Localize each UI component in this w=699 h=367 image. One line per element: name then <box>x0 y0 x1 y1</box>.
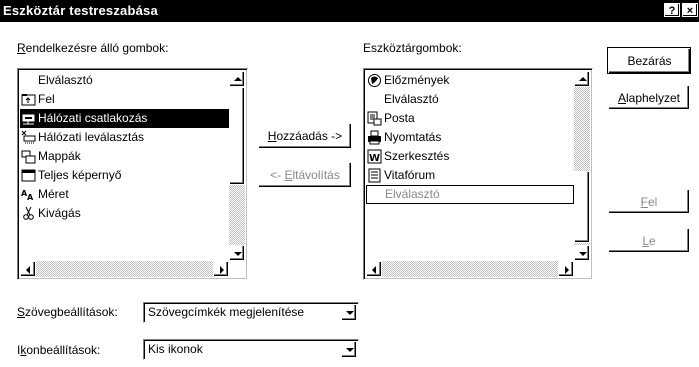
chevron-down-icon <box>346 348 354 352</box>
list-item[interactable]: Fel <box>20 90 229 109</box>
scroll-thumb[interactable] <box>229 87 245 185</box>
text-options-label: Szövegbeállítások: <box>17 305 118 319</box>
list-item-selected[interactable]: Hálózati csatlakozás <box>20 109 229 128</box>
list-item[interactable]: Mappák <box>20 147 229 166</box>
available-items: Elválasztó Fel Hálózati csatlakozás Háló… <box>20 71 229 223</box>
cut-scissors-icon <box>23 206 34 220</box>
icon-options-label: Ikonbeállítások: <box>17 343 101 357</box>
close-button[interactable]: Bezárás <box>607 47 691 74</box>
scroll-right-button[interactable] <box>558 261 574 277</box>
list-item[interactable]: Teljes képernyő <box>20 166 229 185</box>
text-options-select[interactable]: Szövegcímkék megjelenítése <box>143 302 359 323</box>
list-item[interactable]: Elválasztó <box>20 71 229 90</box>
folders-icon <box>21 150 36 164</box>
dialog-title: Eszköztár testreszabása <box>3 3 158 18</box>
scroll-down-button[interactable] <box>574 245 590 261</box>
svg-text:A: A <box>27 193 34 202</box>
icon-options-value: Kis ikonok <box>148 342 203 356</box>
remove-button[interactable]: <- Eltávolítás <box>258 162 352 188</box>
map-network-drive-icon <box>22 114 35 125</box>
toolbar-vertical-scrollbar[interactable] <box>574 71 590 261</box>
close-window-button[interactable]: × <box>682 3 698 17</box>
scroll-left-button[interactable] <box>20 261 36 277</box>
up-folder-icon <box>21 94 36 106</box>
available-horizontal-scrollbar[interactable] <box>20 261 229 277</box>
scroll-right-button[interactable] <box>213 261 229 277</box>
title-bar: Eszköztár testreszabása ? × <box>0 0 699 22</box>
mail-icon <box>367 111 382 126</box>
add-button[interactable]: Hozzáadás -> <box>258 123 352 149</box>
list-item[interactable]: Posta <box>366 109 574 128</box>
list-item[interactable]: Előzmények <box>366 71 574 90</box>
scrollbar-corner <box>229 261 245 277</box>
toolbar-horizontal-scrollbar[interactable] <box>366 261 574 277</box>
icon-options-select[interactable]: Kis ikonok <box>143 339 359 360</box>
text-options-value: Szövegcímkék megjelenítése <box>148 305 305 319</box>
discuss-icon <box>368 168 381 183</box>
dropdown-button[interactable] <box>341 304 357 321</box>
full-screen-icon <box>21 169 36 182</box>
toolbar-buttons-label: Eszköztárgombok: <box>363 41 462 55</box>
list-item[interactable]: W Szerkesztés <box>366 147 574 166</box>
svg-text:W: W <box>369 153 380 164</box>
reset-button[interactable]: Alaphelyzet <box>608 85 690 110</box>
list-item[interactable]: Nyomtatás <box>366 128 574 147</box>
available-buttons-label: Rendelkezésre álló gombok: <box>17 41 169 55</box>
chevron-down-icon <box>346 311 354 315</box>
move-down-button[interactable]: Le <box>608 228 690 253</box>
available-buttons-list[interactable]: Elválasztó Fel Hálózati csatlakozás Háló… <box>17 68 248 280</box>
list-item[interactable]: Vitafórum <box>366 166 574 185</box>
edit-icon: W <box>367 149 382 164</box>
available-vertical-scrollbar[interactable] <box>229 71 245 261</box>
scroll-left-button[interactable] <box>366 261 382 277</box>
help-button[interactable]: ? <box>664 3 680 17</box>
print-icon <box>368 130 381 145</box>
history-icon <box>368 74 381 87</box>
list-item[interactable]: A A Méret <box>20 185 229 204</box>
toolbar-buttons-list[interactable]: Előzmények Elválasztó Posta Nyomtatás W … <box>363 68 593 280</box>
list-item[interactable]: Hálózati leválasztás <box>20 128 229 147</box>
scroll-down-button[interactable] <box>229 245 245 261</box>
scroll-up-button[interactable] <box>574 71 590 87</box>
list-item[interactable]: Elválasztó <box>366 90 574 109</box>
list-item-focused[interactable]: Elválasztó <box>366 185 574 204</box>
customize-toolbar-dialog: Eszköztár testreszabása ? × Rendelkezésr… <box>0 0 699 367</box>
scrollbar-corner <box>574 261 590 277</box>
disconnect-network-drive-icon <box>21 130 36 144</box>
move-up-button[interactable]: Fel <box>608 189 690 214</box>
list-item[interactable]: Kivágás <box>20 204 229 223</box>
scroll-up-button[interactable] <box>229 71 245 87</box>
toolbar-items: Előzmények Elválasztó Posta Nyomtatás W … <box>366 71 574 204</box>
size-icon: A A <box>21 189 34 202</box>
scroll-thumb[interactable] <box>574 171 590 243</box>
dropdown-button[interactable] <box>341 341 357 358</box>
